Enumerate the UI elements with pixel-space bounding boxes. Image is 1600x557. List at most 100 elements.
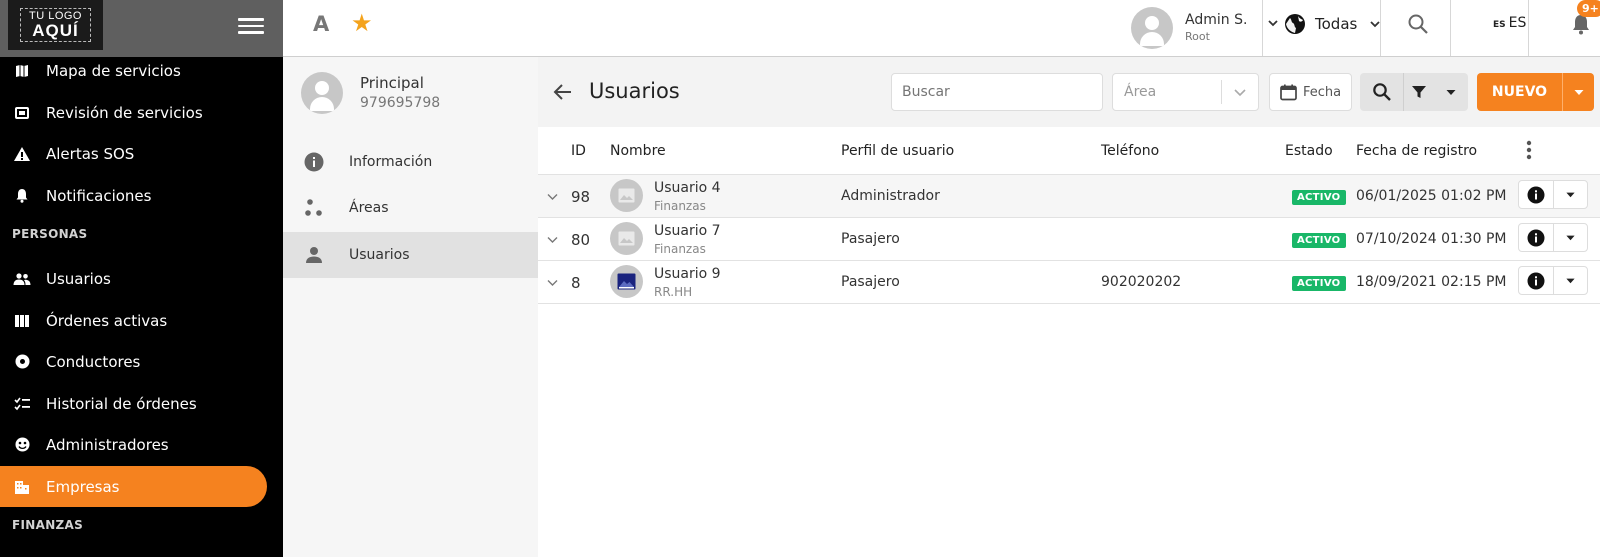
- sidebar-item-label: Mapa de servicios: [46, 61, 181, 80]
- area-select[interactable]: Área: [1112, 73, 1259, 111]
- table-row[interactable]: 8 Usuario 9 RR.HH Pasajero 902020202 ACT…: [538, 261, 1600, 304]
- cell-profile: Administrador: [841, 188, 940, 204]
- cell-area: RR.HH: [654, 285, 693, 299]
- global-search-button[interactable]: [1406, 12, 1430, 40]
- sidebar-item-administradores[interactable]: Administradores: [0, 424, 267, 465]
- image-icon: [617, 273, 636, 290]
- cell-id: 80: [571, 231, 591, 249]
- panel-item-label: Áreas: [349, 200, 389, 216]
- new-button-group: NUEVO: [1477, 73, 1594, 111]
- col-header-date[interactable]: Fecha de registro: [1356, 143, 1477, 159]
- person-icon: [306, 247, 322, 263]
- user-name: Admin S.: [1185, 12, 1248, 29]
- new-button[interactable]: NUEVO: [1477, 73, 1562, 111]
- sidebar: Mapa de servicios Revisión de servicios …: [0, 57, 283, 557]
- building-icon: [15, 480, 29, 494]
- sidebar-item-label: Alertas SOS: [46, 144, 135, 163]
- row-menu-button[interactable]: [1554, 181, 1588, 208]
- info-icon: [304, 152, 324, 172]
- user-menu[interactable]: Admin S. Root: [1131, 0, 1278, 56]
- area-placeholder: Área: [1124, 84, 1157, 100]
- disc-icon: [15, 354, 29, 369]
- info-icon: [1527, 272, 1545, 289]
- chevron-down-icon: [547, 280, 558, 286]
- text-size-button[interactable]: A: [313, 12, 329, 36]
- info-icon: [1527, 186, 1545, 203]
- row-info-button[interactable]: [1519, 267, 1553, 294]
- cell-date: 18/09/2021 02:15 PM: [1356, 274, 1507, 290]
- sidebar-item-mapa-de-servicios[interactable]: Mapa de servicios: [0, 50, 267, 91]
- new-dropdown-button[interactable]: [1563, 73, 1594, 111]
- checklist-icon: [14, 397, 30, 410]
- row-info-button[interactable]: [1519, 224, 1553, 251]
- sidebar-item-ordenes-activas[interactable]: Órdenes activas: [0, 300, 267, 341]
- menu-toggle-icon[interactable]: [238, 13, 264, 39]
- date-filter-label: Fecha: [1303, 84, 1342, 100]
- sidebar-item-usuarios[interactable]: Usuarios: [0, 258, 267, 299]
- panel-item-informacion[interactable]: Información: [283, 139, 538, 185]
- col-header-name[interactable]: Nombre: [610, 143, 666, 159]
- table-row[interactable]: 80 Usuario 7 Finanzas Pasajero ACTIVO 07…: [538, 218, 1600, 261]
- cell-area: Finanzas: [654, 242, 706, 256]
- caret-down-icon: [1566, 192, 1575, 198]
- caret-down-icon: [1446, 90, 1456, 95]
- page-title: Usuarios: [589, 79, 680, 103]
- table-row[interactable]: 98 Usuario 4 Finanzas Administrador ACTI…: [538, 175, 1600, 218]
- cell-date: 06/01/2025 01:02 PM: [1356, 188, 1507, 204]
- company-panel: Principal 979695798 Información Áreas Us…: [283, 57, 538, 557]
- calendar-icon: [1280, 84, 1297, 100]
- row-info-button[interactable]: [1519, 181, 1553, 208]
- cell-id: 8: [571, 274, 581, 292]
- user-role: Root: [1185, 29, 1210, 43]
- region-selector[interactable]: Todas: [1283, 12, 1381, 36]
- filter-button-group: [1360, 73, 1468, 111]
- date-filter-button[interactable]: Fecha: [1269, 73, 1352, 111]
- sidebar-item-alertas-sos[interactable]: Alertas SOS: [0, 133, 267, 174]
- admin-face-icon: [15, 437, 29, 452]
- filter-button[interactable]: [1404, 73, 1434, 111]
- sidebar-section-personas: PERSONAS: [12, 227, 88, 241]
- columns-icon: [15, 314, 29, 327]
- status-badge: ACTIVO: [1292, 190, 1346, 205]
- col-header-id[interactable]: ID: [571, 143, 586, 159]
- col-header-profile[interactable]: Perfil de usuario: [841, 143, 954, 159]
- sidebar-item-conductores[interactable]: Conductores: [0, 341, 267, 382]
- panel-item-label: Información: [349, 154, 433, 170]
- sidebar-item-revision-de-servicios[interactable]: Revisión de servicios: [0, 92, 267, 133]
- sidebar-item-label: Administradores: [46, 435, 169, 454]
- sidebar-item-notificaciones[interactable]: Notificaciones: [0, 175, 267, 216]
- expand-row-button[interactable]: [546, 274, 559, 293]
- sidebar-item-empresas[interactable]: Empresas: [0, 466, 267, 507]
- expand-row-button[interactable]: [546, 188, 559, 207]
- expand-row-button[interactable]: [546, 231, 559, 250]
- row-menu-button[interactable]: [1554, 224, 1588, 251]
- company-phone: 979695798: [360, 95, 441, 111]
- panel-item-areas[interactable]: Áreas: [283, 185, 538, 231]
- col-header-phone[interactable]: Teléfono: [1101, 143, 1159, 159]
- caret-down-icon: [1574, 90, 1583, 95]
- cell-profile: Pasajero: [841, 231, 900, 247]
- map-icon: [16, 64, 28, 77]
- table-header: ID Nombre Perfil de usuario Teléfono Est…: [538, 127, 1600, 175]
- arrow-left-icon: [553, 84, 571, 100]
- col-header-status[interactable]: Estado: [1285, 143, 1333, 159]
- search-button[interactable]: [1360, 73, 1403, 111]
- panel-item-label: Usuarios: [349, 247, 410, 263]
- sidebar-item-historial-de-ordenes[interactable]: Historial de órdenes: [0, 383, 267, 424]
- row-menu-button[interactable]: [1554, 267, 1588, 294]
- cell-phone: 902020202: [1101, 274, 1182, 290]
- row-actions: [1518, 266, 1588, 295]
- divider: [1262, 0, 1263, 56]
- back-button[interactable]: [552, 81, 574, 107]
- favorites-star-icon[interactable]: ★: [351, 9, 373, 37]
- review-icon: [15, 106, 29, 119]
- bell-icon: [16, 189, 28, 203]
- notification-badge: 9+: [1577, 0, 1600, 17]
- flag-code: ES: [1493, 20, 1506, 30]
- filter-dropdown-button[interactable]: [1434, 73, 1468, 111]
- panel-item-usuarios[interactable]: Usuarios: [283, 232, 538, 278]
- language-selector[interactable]: ES ES: [1493, 15, 1526, 31]
- search-input[interactable]: [891, 73, 1103, 111]
- sidebar-item-label: Revisión de servicios: [46, 103, 203, 122]
- column-options-button[interactable]: [1526, 140, 1532, 164]
